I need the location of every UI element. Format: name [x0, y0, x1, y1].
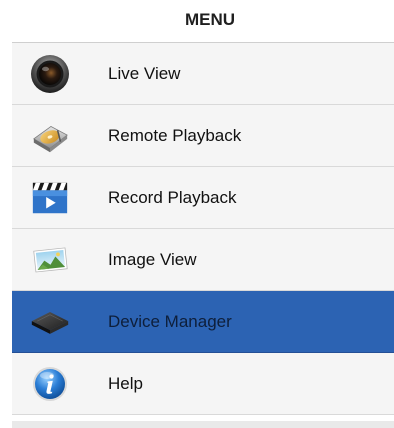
menu-title: MENU	[184, 10, 236, 29]
clapperboard-icon	[30, 178, 70, 218]
menu-item-label: Help	[108, 373, 143, 393]
menu-item-label: Image View	[108, 249, 197, 269]
image-icon	[30, 240, 70, 280]
menu-item-remote-playback[interactable]: Remote Playback	[12, 105, 394, 167]
dvr-box-icon	[30, 302, 70, 342]
menu-item-live-view[interactable]: Live View	[12, 43, 394, 105]
menu-item-help[interactable]: Help	[12, 353, 394, 415]
info-icon	[30, 364, 70, 404]
menu-item-image-view[interactable]: Image View	[12, 229, 394, 291]
menu-list: Live View Remote Playback Record Playbac…	[12, 43, 394, 415]
menu-item-label: Live View	[108, 63, 181, 83]
menu-item-label: Record Playback	[108, 187, 237, 207]
camera-lens-icon	[30, 54, 70, 94]
menu-item-device-manager[interactable]: Device Manager	[12, 291, 394, 353]
menu-item-record-playback[interactable]: Record Playback	[12, 167, 394, 229]
hard-drive-icon	[30, 116, 70, 156]
list-bottom-edge	[12, 421, 394, 428]
menu-item-label: Device Manager	[108, 311, 232, 331]
menu-item-label: Remote Playback	[108, 125, 242, 145]
